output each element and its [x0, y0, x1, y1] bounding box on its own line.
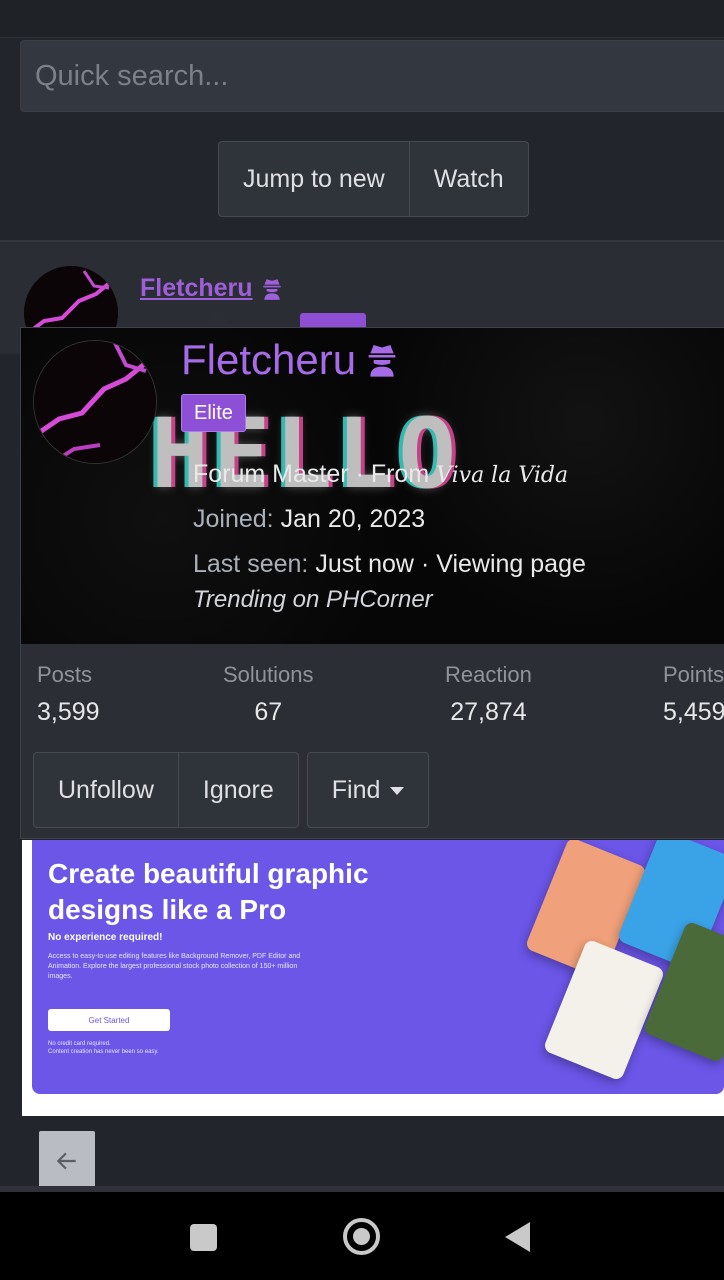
member-actions: Unfollow Ignore Find — [33, 752, 430, 828]
find-dropdown-button[interactable]: Find — [308, 753, 429, 827]
member-tooltip-card: HELLO Fletcheru Elite Forum Master · Fro… — [20, 327, 724, 839]
elite-badge: Elite — [181, 394, 246, 432]
caret-down-icon — [390, 787, 405, 795]
find-label: Find — [331, 775, 381, 804]
quick-search-field[interactable] — [20, 40, 724, 112]
recents-icon[interactable] — [190, 1224, 217, 1251]
last-seen-value: Just now — [315, 550, 414, 578]
follow-ignore-group: Unfollow Ignore — [33, 752, 299, 828]
ad-footnote-1: No credit card required. — [48, 1041, 111, 1047]
joined-line: Joined: Jan 20, 2023 — [193, 505, 425, 534]
stat-points[interactable]: Points 5,459 — [663, 662, 724, 727]
from-label: From — [370, 460, 430, 488]
stat-label: Posts — [37, 662, 93, 687]
search-input[interactable] — [21, 41, 724, 111]
back-button[interactable] — [39, 1131, 95, 1191]
separator-dot: · — [420, 550, 437, 578]
ad-subtitle: No experience required! — [48, 932, 163, 943]
watch-button[interactable]: Watch — [408, 142, 528, 216]
profile-banner: HELLO Fletcheru Elite Forum Master · Fro… — [21, 328, 724, 644]
activity-text: Viewing page — [436, 550, 586, 578]
joined-value: Jan 20, 2023 — [280, 505, 426, 533]
ad-footnote-2: Content creation has never been so easy. — [48, 1049, 159, 1055]
separator-dot: · — [355, 460, 371, 488]
jump-to-new-button[interactable]: Jump to new — [219, 142, 409, 216]
ad-footnote: No credit card required. Content creatio… — [48, 1040, 159, 1056]
activity-detail[interactable]: Trending on PHCorner — [193, 586, 433, 614]
top-strip — [0, 0, 724, 38]
detective-icon — [262, 278, 281, 300]
ad-banner[interactable]: Create beautiful graphic designs like a … — [32, 840, 724, 1094]
ignore-button[interactable]: Ignore — [177, 753, 298, 827]
find-group: Find — [306, 752, 430, 828]
from-value: Viva la Vida — [436, 463, 569, 488]
thread-action-group: Jump to new Watch — [218, 141, 529, 217]
tooltip-arrow — [200, 310, 236, 328]
stat-value: 27,874 — [450, 698, 527, 726]
joined-label: Joined: — [193, 505, 274, 533]
member-title: Forum Master — [193, 460, 349, 488]
ad-body: Access to easy-to-use editing features l… — [48, 953, 301, 980]
stat-posts[interactable]: Posts 3,599 — [37, 662, 100, 727]
post-username-text[interactable]: Fletcheru — [140, 274, 253, 303]
arrow-left-icon — [56, 1152, 76, 1170]
system-nav-bar — [0, 1192, 724, 1280]
advertisement[interactable]: Create beautiful graphic designs like a … — [22, 840, 724, 1116]
last-seen-line: Last seen: Just now · Viewing page — [193, 550, 586, 579]
last-seen-label: Last seen: — [193, 550, 309, 578]
detective-icon — [368, 345, 396, 377]
stat-value: 3,599 — [37, 698, 100, 726]
unfollow-button[interactable]: Unfollow — [34, 753, 178, 827]
profile-avatar[interactable] — [33, 340, 157, 464]
stat-value: 67 — [254, 698, 283, 726]
stat-reaction[interactable]: Reaction 27,874 — [445, 662, 532, 727]
post-username[interactable]: Fletcheru — [140, 274, 285, 303]
home-icon[interactable] — [343, 1218, 380, 1255]
ad-title: Create beautiful graphic designs like a … — [48, 858, 369, 925]
stat-value: 5,459 — [663, 698, 724, 726]
member-title-line: Forum Master · From Viva la Vida — [193, 460, 568, 489]
back-triangle-icon[interactable] — [505, 1222, 530, 1252]
stat-label: Points — [663, 662, 724, 687]
profile-username[interactable]: Fletcheru — [181, 336, 402, 384]
profile-username-text[interactable]: Fletcheru — [181, 336, 356, 384]
stat-label: Reaction — [445, 662, 532, 687]
member-stats: Posts 3,599 Solutions 67 Reaction 27,874… — [21, 644, 724, 748]
stat-solutions[interactable]: Solutions 67 — [223, 662, 314, 727]
ad-get-started-button[interactable]: Get Started — [48, 1009, 170, 1031]
stat-label: Solutions — [223, 662, 314, 687]
